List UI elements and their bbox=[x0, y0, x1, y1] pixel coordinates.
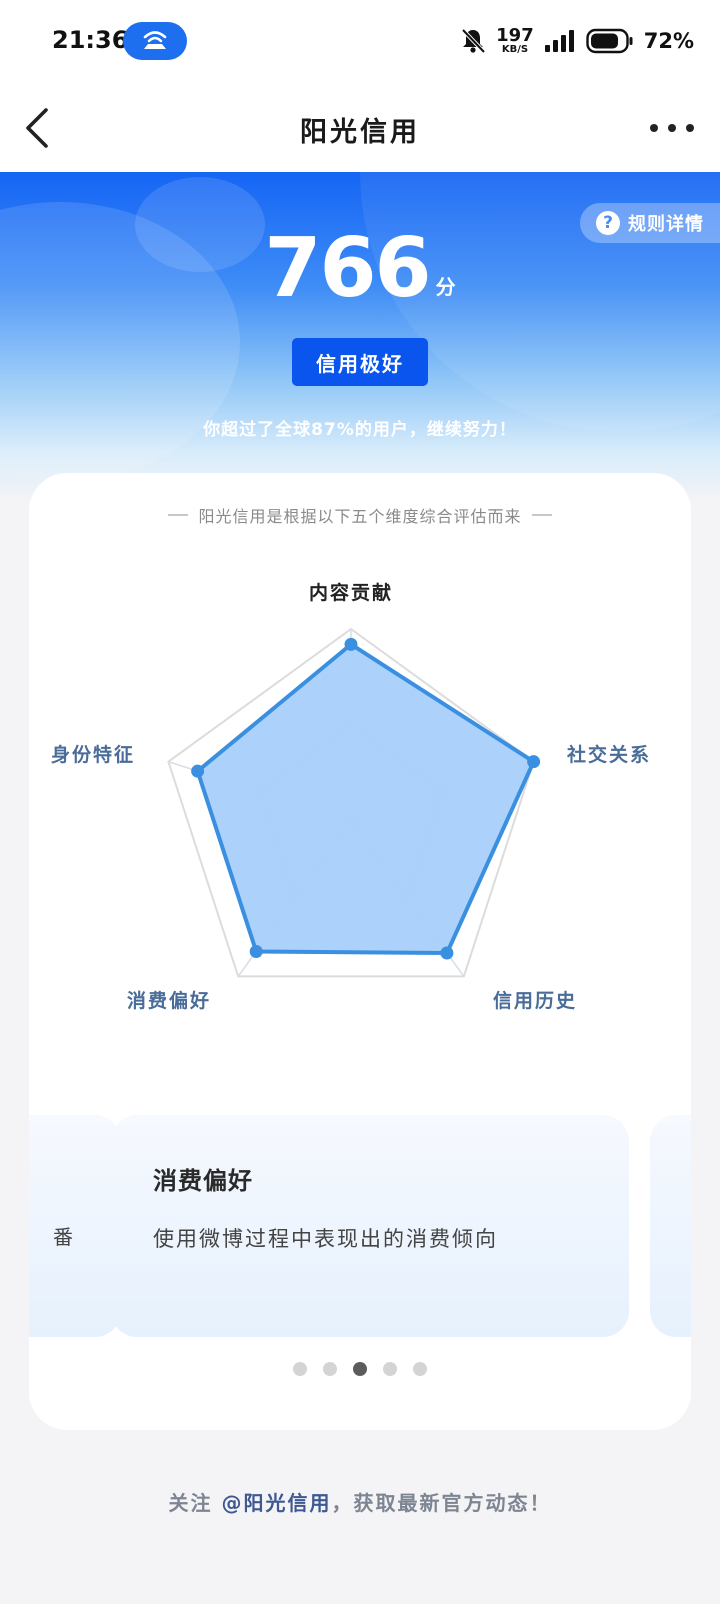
carousel-pager bbox=[29, 1362, 691, 1376]
dimension-card-previous[interactable]: 番 bbox=[29, 1115, 121, 1337]
radar-axis-label: 消费偏好 bbox=[127, 989, 211, 1012]
score-value: 766 bbox=[264, 221, 431, 316]
nav-bar: 阳光信用 bbox=[0, 84, 720, 172]
radar-axis-label: 内容贡献 bbox=[309, 581, 393, 604]
radar-data-point bbox=[440, 946, 454, 960]
signal-icon bbox=[544, 30, 574, 52]
divider bbox=[168, 514, 189, 516]
pager-dot[interactable] bbox=[413, 1362, 427, 1376]
radar-data-point bbox=[249, 944, 263, 958]
pager-dot[interactable] bbox=[323, 1362, 337, 1376]
rank-text: 你超过了全球87%的用户，继续努力！ bbox=[203, 420, 517, 440]
mute-bell-icon bbox=[461, 28, 486, 54]
dimension-title: 消费偏好 bbox=[153, 1167, 253, 1195]
dimension-description: 使用微博过程中表现出的消费倾向 bbox=[153, 1227, 498, 1251]
net-speed-value: 197 bbox=[496, 25, 534, 46]
footer-follow-text: 关注 @阳光信用，获取最新官方动态！ bbox=[0, 1487, 720, 1516]
radar-data-area bbox=[195, 642, 536, 956]
net-speed: 197 KB/S bbox=[496, 27, 534, 55]
dimension-card-panel: 阳光信用是根据以下五个维度综合评估而来 内容贡献 社交关系 信用历史 消费偏好 身份特征… bbox=[29, 473, 691, 1430]
pager-dot[interactable] bbox=[353, 1362, 367, 1376]
score-hero: ? 规则详情 766 分 信用极好 你超过了全球87%的用户，继续努力！ bbox=[0, 172, 720, 502]
radar-data-point bbox=[344, 637, 358, 651]
divider bbox=[531, 514, 552, 516]
battery-icon bbox=[586, 28, 633, 54]
footer-prefix: 关注 bbox=[168, 1491, 222, 1515]
status-bar: 21:36 197 KB/S 72% bbox=[0, 0, 720, 84]
credit-score: 766 分 bbox=[0, 228, 720, 310]
status-icons: 197 KB/S 72% bbox=[460, 24, 694, 58]
card-intro-text: 阳光信用是根据以下五个维度综合评估而来 bbox=[198, 507, 522, 526]
pager-dot[interactable] bbox=[383, 1362, 397, 1376]
radar-chart: 内容贡献社交关系信用历史 消费偏好 身份特征 bbox=[51, 581, 651, 1012]
page-title: 阳光信用 bbox=[300, 117, 420, 148]
credit-level-badge: 信用极好 bbox=[292, 338, 428, 386]
radar-data-point bbox=[191, 764, 205, 778]
hotspot-icon bbox=[143, 31, 167, 49]
dimension-card-next[interactable] bbox=[650, 1115, 691, 1337]
more-dots-icon bbox=[650, 124, 694, 132]
net-speed-unit: KB/S bbox=[501, 44, 529, 55]
radar-axis-label: 身份特征 bbox=[51, 743, 135, 766]
pager-dot[interactable] bbox=[293, 1362, 307, 1376]
hotspot-indicator[interactable] bbox=[123, 22, 187, 60]
radar-axis-label: 社交关系 bbox=[566, 743, 651, 766]
more-button[interactable] bbox=[648, 112, 696, 144]
dimension-card-previous-text: 番 bbox=[53, 1225, 73, 1249]
official-account-link[interactable]: @阳光信用 bbox=[221, 1491, 331, 1515]
dimension-card-active[interactable]: 消费偏好 使用微博过程中表现出的消费倾向 bbox=[111, 1115, 629, 1337]
battery-percentage: 72% bbox=[643, 29, 694, 53]
card-intro: 阳光信用是根据以下五个维度综合评估而来 bbox=[29, 503, 691, 527]
radar-axis-label: 信用历史 bbox=[493, 989, 577, 1012]
radar-data-point bbox=[527, 755, 541, 769]
dimension-carousel[interactable]: 番 消费偏好 使用微博过程中表现出的消费倾向 bbox=[29, 1115, 691, 1337]
status-time: 21:36 bbox=[52, 26, 129, 54]
score-unit: 分 bbox=[435, 275, 456, 299]
footer-suffix: ，获取最新官方动态！ bbox=[331, 1491, 552, 1515]
